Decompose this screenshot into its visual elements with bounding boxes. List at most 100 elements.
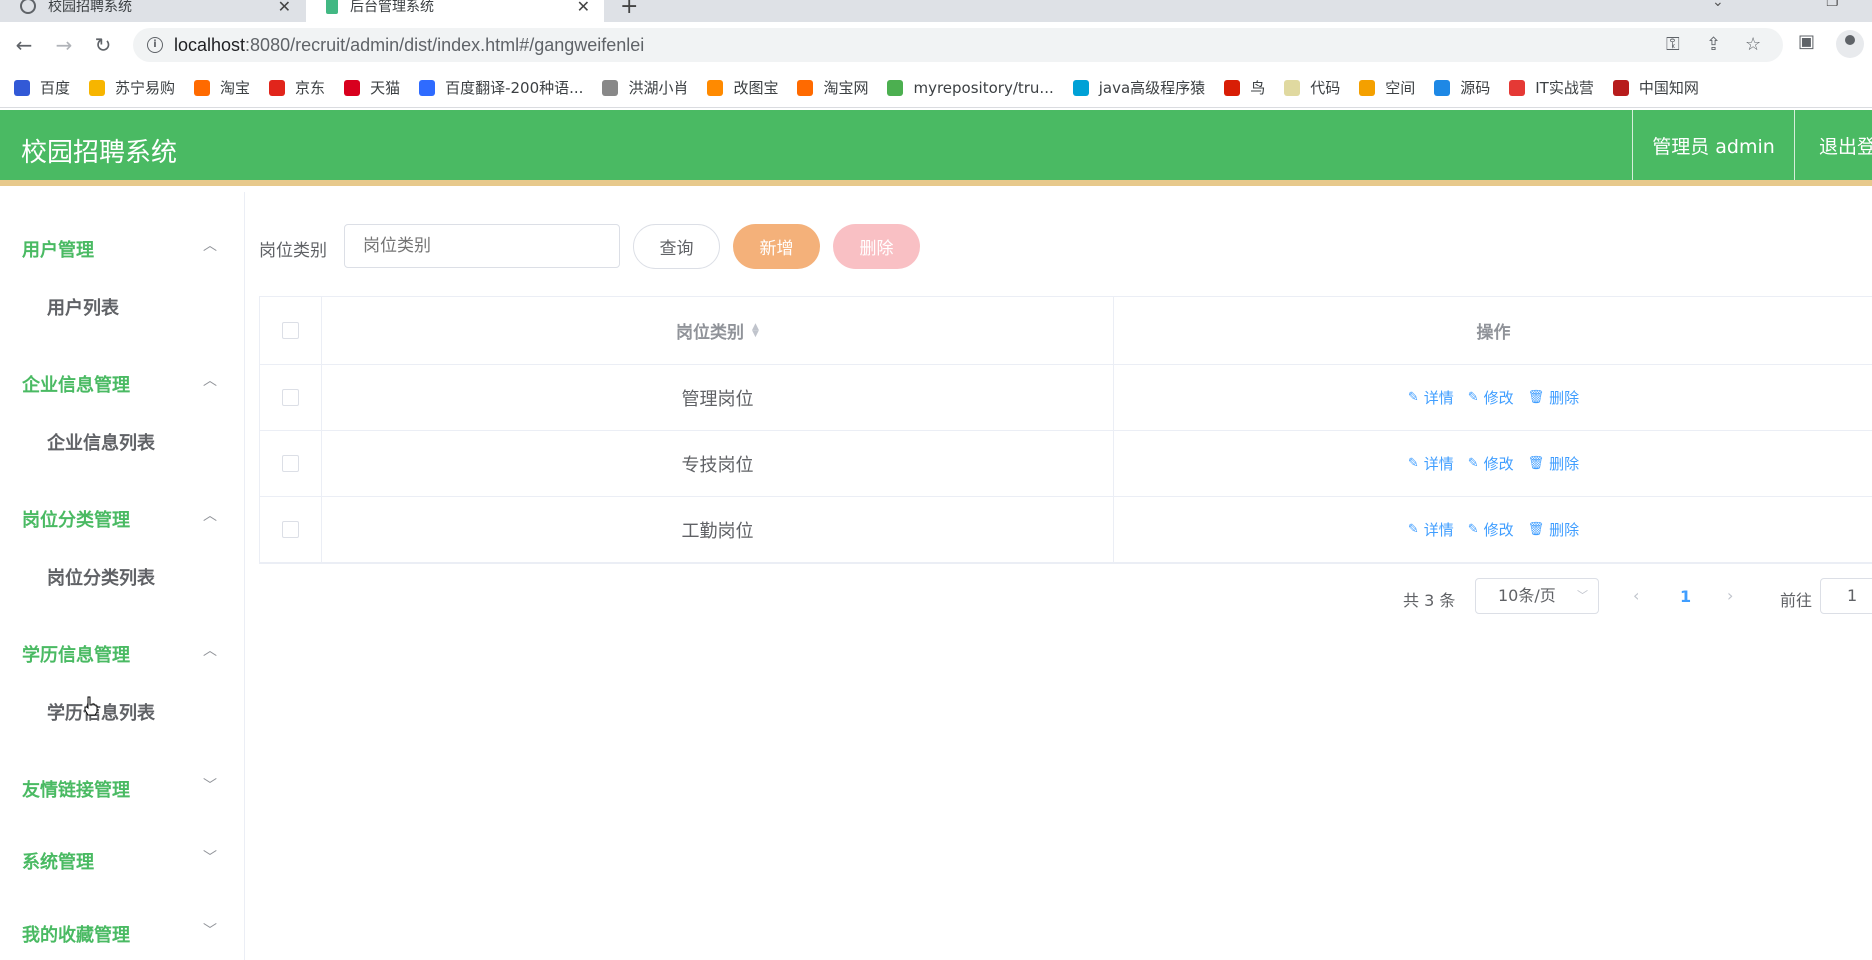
- address-bar: ← → ↻ i localhost:8080/recruit/admin/dis…: [0, 22, 1872, 68]
- bookmark-item[interactable]: 百度翻译-200种语...: [419, 77, 583, 98]
- browser-tab-active[interactable]: 后台管理系统 ✕: [306, 0, 604, 22]
- column-header-ops: 操作: [1114, 297, 1872, 364]
- bookmark-item[interactable]: 改图宝: [707, 77, 778, 98]
- bookmark-item[interactable]: 百度: [14, 77, 70, 98]
- select-all-checkbox[interactable]: [282, 322, 299, 339]
- sidebar-group-system[interactable]: 系统管理 ﹀: [0, 830, 245, 890]
- bookmark-favicon-icon: [1224, 79, 1241, 96]
- sidebar-group-favorites[interactable]: 我的收藏管理 ﹀: [0, 903, 245, 960]
- profile-avatar[interactable]: [1836, 30, 1864, 58]
- browser-tab[interactable]: 校园招聘系统 ✕: [0, 0, 305, 22]
- table-row: 工勤岗位 ✎ 详情 ✎ 修改 🗑 删除: [260, 497, 1872, 563]
- sidebar-group-label: 用户管理: [22, 240, 94, 261]
- key-icon[interactable]: ⚿: [1666, 34, 1680, 55]
- bookmark-item[interactable]: myrepository/tru...: [887, 79, 1054, 97]
- side-panel-icon[interactable]: ▣: [1798, 31, 1815, 52]
- sidebar-item-company-list[interactable]: 企业信息列表: [0, 413, 245, 469]
- row-checkbox[interactable]: [282, 455, 299, 472]
- url-field[interactable]: i localhost:8080/recruit/admin/dist/inde…: [133, 28, 1783, 62]
- bookmark-item[interactable]: 苏宁易购: [89, 77, 175, 98]
- bookmarks-bar: 百度 苏宁易购 淘宝 京东 天猫 百度翻译-200种语... 洪湖小肖 改图宝 淘宝网 myrep…: [0, 68, 1872, 108]
- sidebar-item-education-list[interactable]: 学历信息列表: [0, 683, 245, 739]
- next-page-icon[interactable]: ›: [1727, 586, 1733, 605]
- sidebar-item-label: 用户列表: [47, 298, 119, 319]
- delete-link[interactable]: 🗑 删除: [1528, 519, 1580, 540]
- add-button[interactable]: 新增: [733, 224, 820, 269]
- edit-link[interactable]: ✎ 修改: [1468, 387, 1514, 408]
- sidebar-group-company[interactable]: 企业信息管理 ︿: [0, 353, 245, 413]
- sidebar-item-job-category-list[interactable]: 岗位分类列表: [0, 548, 245, 604]
- job-category-search-input[interactable]: [344, 224, 620, 268]
- bookmark-label: 京东: [295, 79, 326, 97]
- bookmark-label: 洪湖小肖: [628, 79, 689, 97]
- new-tab-icon[interactable]: +: [620, 0, 638, 19]
- bookmark-label: 百度翻译-200种语...: [445, 79, 584, 97]
- sidebar-group-links[interactable]: 友情链接管理 ﹀: [0, 758, 245, 818]
- page-number[interactable]: 1: [1680, 587, 1691, 606]
- restore-window-icon[interactable]: ❐: [1826, 0, 1839, 10]
- detail-label: 详情: [1423, 455, 1454, 473]
- filter-label: 岗位类别: [259, 241, 327, 261]
- admin-label[interactable]: 管理员 admin: [1632, 110, 1794, 180]
- query-button[interactable]: 查询: [633, 224, 720, 269]
- sidebar-group-job-category[interactable]: 岗位分类管理 ︿: [0, 488, 245, 548]
- bookmark-item[interactable]: 鸟: [1224, 77, 1265, 98]
- delete-link[interactable]: 🗑 删除: [1528, 453, 1580, 474]
- sidebar-group-education[interactable]: 学历信息管理 ︿: [0, 623, 245, 683]
- bookmark-item[interactable]: 京东: [269, 77, 325, 98]
- close-icon[interactable]: ✕: [577, 0, 590, 16]
- delete-link[interactable]: 🗑 删除: [1528, 387, 1580, 408]
- bookmark-item[interactable]: 淘宝: [194, 77, 250, 98]
- detail-link[interactable]: ✎ 详情: [1408, 519, 1454, 540]
- edit-label: 修改: [1483, 521, 1514, 539]
- star-icon[interactable]: ☆: [1745, 34, 1761, 55]
- bookmark-label: 鸟: [1250, 79, 1266, 97]
- forward-icon[interactable]: →: [50, 31, 78, 59]
- delete-label: 删除: [1549, 389, 1580, 407]
- row-checkbox[interactable]: [282, 389, 299, 406]
- total-count: 共 3 条: [1403, 591, 1456, 610]
- goto-label: 前往: [1780, 591, 1813, 610]
- bookmark-favicon-icon: [1509, 79, 1526, 96]
- bookmark-item[interactable]: 代码: [1284, 77, 1340, 98]
- sort-icon[interactable]: ▲ ▼: [752, 322, 759, 338]
- column-header-type[interactable]: 岗位类别 ▲ ▼: [322, 297, 1114, 364]
- goto-page-input[interactable]: 1: [1820, 578, 1872, 614]
- close-icon[interactable]: ✕: [278, 0, 291, 16]
- edit-link[interactable]: ✎ 修改: [1468, 453, 1514, 474]
- detail-link[interactable]: ✎ 详情: [1408, 453, 1454, 474]
- batch-delete-button[interactable]: 删除: [833, 224, 920, 269]
- site-info-icon[interactable]: i: [147, 37, 163, 53]
- edit-pen-icon: ✎: [1467, 456, 1479, 471]
- bookmark-item[interactable]: 淘宝网: [797, 77, 868, 98]
- row-checkbox[interactable]: [282, 521, 299, 538]
- back-icon[interactable]: ←: [10, 31, 38, 59]
- chevron-down-icon: ﹀: [203, 778, 217, 794]
- bookmark-item[interactable]: 源码: [1434, 77, 1490, 98]
- detail-link[interactable]: ✎ 详情: [1408, 387, 1454, 408]
- bookmark-favicon-icon: [14, 79, 30, 96]
- edit-label: 修改: [1483, 455, 1514, 473]
- bookmark-item[interactable]: 中国知网: [1612, 77, 1699, 98]
- bookmark-label: 改图宝: [733, 79, 779, 97]
- bookmark-label: IT实战营: [1535, 79, 1594, 97]
- prev-page-icon[interactable]: ‹: [1633, 586, 1639, 605]
- edit-link[interactable]: ✎ 修改: [1468, 519, 1514, 540]
- bookmark-item[interactable]: 天猫: [344, 77, 400, 98]
- job-category-value: 管理岗位: [681, 388, 754, 410]
- page-size-select[interactable]: 10条/页 ﹀: [1475, 578, 1599, 614]
- trash-icon: 🗑: [1527, 456, 1545, 471]
- edit-pen-icon: ✎: [1407, 390, 1419, 405]
- share-icon[interactable]: ⇪: [1706, 34, 1721, 55]
- sidebar-group-users[interactable]: 用户管理 ︿: [0, 218, 245, 278]
- reload-icon[interactable]: ↻: [89, 31, 117, 59]
- bookmark-item[interactable]: 洪湖小肖: [602, 77, 688, 98]
- bookmark-item[interactable]: java高级程序猿: [1072, 77, 1205, 98]
- bookmark-item[interactable]: IT实战营: [1509, 77, 1594, 98]
- sidebar-item-user-list[interactable]: 用户列表: [0, 278, 245, 334]
- sidebar-group-label: 我的收藏管理: [22, 925, 130, 946]
- bookmark-item[interactable]: 空间: [1359, 77, 1415, 98]
- logout-button[interactable]: 退出登录: [1794, 110, 1872, 180]
- chevron-down-icon[interactable]: ⌄: [1712, 0, 1724, 10]
- bookmark-favicon-icon: [887, 79, 904, 96]
